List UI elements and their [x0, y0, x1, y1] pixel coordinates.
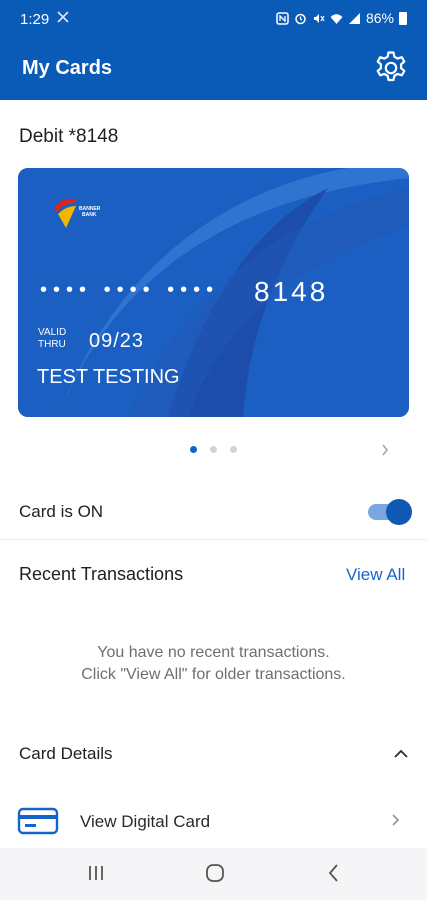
pager-dot-3[interactable] — [230, 446, 237, 453]
view-digital-card-row[interactable]: View Digital Card — [0, 800, 427, 844]
view-digital-card-label: View Digital Card — [80, 812, 211, 831]
card-status-row: Card is ON — [0, 490, 427, 538]
battery-icon — [399, 11, 407, 25]
chevron-right-icon[interactable] — [380, 440, 390, 460]
card-on-toggle[interactable] — [366, 498, 412, 526]
bank-logo: BANNER BANK — [54, 199, 101, 228]
nfc-icon — [276, 11, 289, 25]
alarm-icon — [295, 13, 306, 24]
empty-line-1: You have no recent transactions. — [97, 644, 330, 661]
system-nav-bar — [0, 848, 427, 900]
divider — [0, 539, 427, 540]
credit-card-icon — [17, 807, 59, 835]
back-icon[interactable] — [322, 861, 346, 885]
signal-icon — [348, 12, 360, 24]
mute-icon — [313, 13, 325, 23]
valid-thru-label: VALID THRU — [38, 327, 66, 351]
chevron-up-icon[interactable] — [391, 744, 411, 764]
status-bar: 1:29 86% — [0, 0, 427, 38]
card-status-label: Card is ON — [19, 502, 104, 521]
masked-card-number: •••• •••• •••• — [40, 279, 220, 301]
empty-line-2: Click "View All" for older transactions. — [81, 666, 346, 683]
card-pager — [0, 440, 427, 460]
card-holder-name: TEST TESTING — [37, 366, 180, 388]
toggle-knob — [386, 499, 412, 525]
svg-text:BANK: BANK — [82, 212, 97, 218]
debit-card[interactable]: BANNER BANK •••• •••• •••• 8148 VALID TH… — [18, 168, 409, 417]
recent-apps-icon[interactable] — [84, 861, 108, 885]
card-expiry: 09/23 — [89, 330, 145, 352]
card-details-title: Card Details — [19, 744, 113, 763]
pager-dot-1[interactable] — [190, 446, 197, 453]
chevron-right-icon — [392, 814, 400, 826]
status-time: 1:29 — [20, 11, 50, 28]
wifi-icon — [330, 13, 343, 24]
battery-percent: 86% — [365, 10, 394, 26]
page-title: My Cards — [22, 57, 113, 79]
card-heading: Debit *8148 — [19, 126, 119, 147]
pager-dot-2[interactable] — [210, 446, 217, 453]
network-icon — [57, 11, 69, 26]
gear-icon[interactable] — [372, 49, 410, 87]
no-transactions-message: You have no recent transactions. Click "… — [0, 642, 427, 686]
recent-transactions-title: Recent Transactions — [19, 564, 184, 584]
view-all-link[interactable]: View All — [346, 565, 405, 585]
home-icon[interactable] — [203, 861, 227, 885]
app-bar: My Cards — [0, 38, 427, 100]
card-last-four: 8148 — [254, 276, 329, 307]
valid-label: VALID — [38, 327, 67, 338]
thru-label: THRU — [38, 339, 66, 350]
status-icons: 86% — [276, 10, 407, 26]
